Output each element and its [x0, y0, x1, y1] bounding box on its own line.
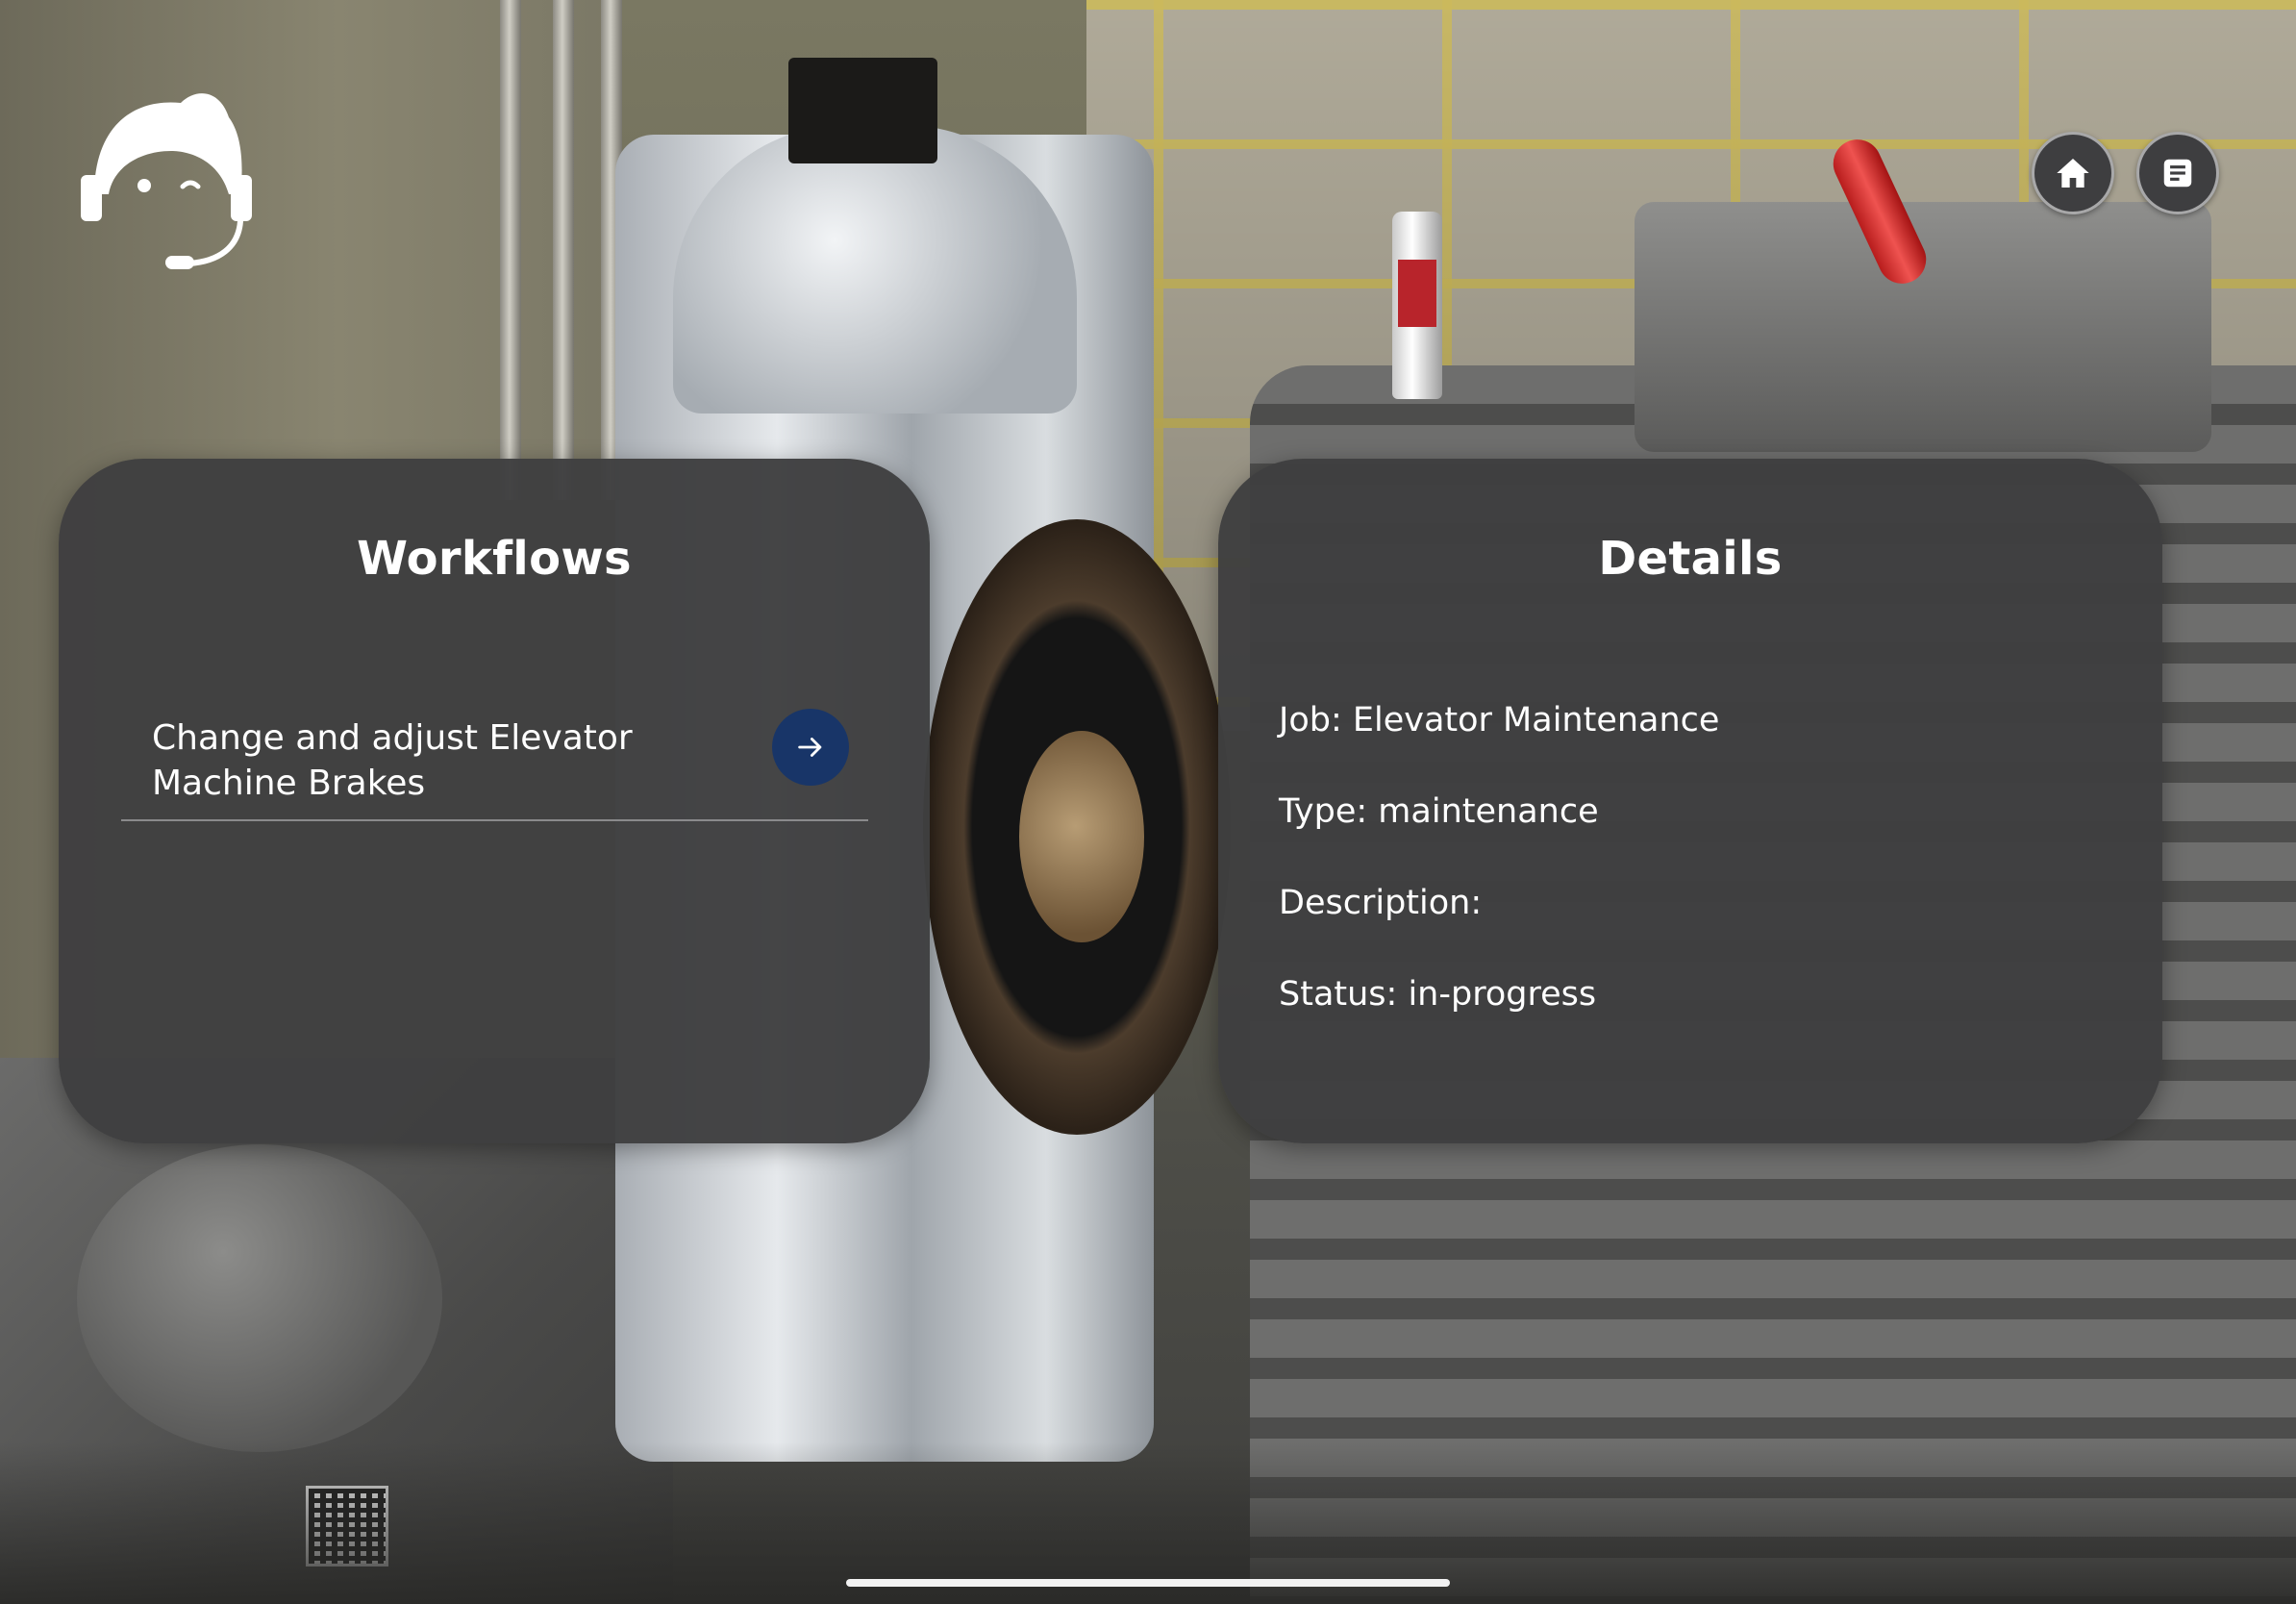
document-button[interactable] — [2136, 132, 2219, 214]
drum-hub — [1019, 731, 1144, 942]
details-panel: Details Job: Elevator Maintenance Type: … — [1218, 459, 2162, 1143]
open-workflow-button[interactable] — [772, 709, 849, 786]
brake-coil-housing — [673, 125, 1077, 414]
home-button[interactable] — [2032, 132, 2114, 214]
capacitor-box — [788, 58, 937, 163]
pipe — [553, 0, 574, 500]
spray-can — [1392, 212, 1442, 399]
motor-terminal-box — [1635, 202, 2211, 452]
workflows-panel: Workflows Change and adjust Elevator Mac… — [59, 459, 930, 1143]
workflow-label: Change and adjust Elevator Machine Brake… — [152, 718, 633, 803]
support-agent-headset-icon[interactable] — [75, 79, 258, 271]
detail-type: Type: maintenance — [1279, 792, 1599, 831]
detail-status: Status: in-progress — [1279, 975, 1597, 1014]
detail-job: Job: Elevator Maintenance — [1279, 701, 1720, 739]
arrow-right-icon — [798, 738, 822, 757]
workflow-list-item[interactable]: Change and adjust Elevator Machine Brake… — [121, 704, 868, 821]
home-indicator[interactable] — [846, 1579, 1450, 1587]
gearbox-cap — [77, 1144, 442, 1452]
workflows-title: Workflows — [357, 532, 632, 586]
details-title: Details — [1598, 532, 1783, 586]
home-icon — [2057, 159, 2089, 188]
detail-description: Description: — [1279, 884, 1483, 922]
document-list-icon — [2163, 159, 2192, 188]
pipe — [500, 0, 521, 500]
